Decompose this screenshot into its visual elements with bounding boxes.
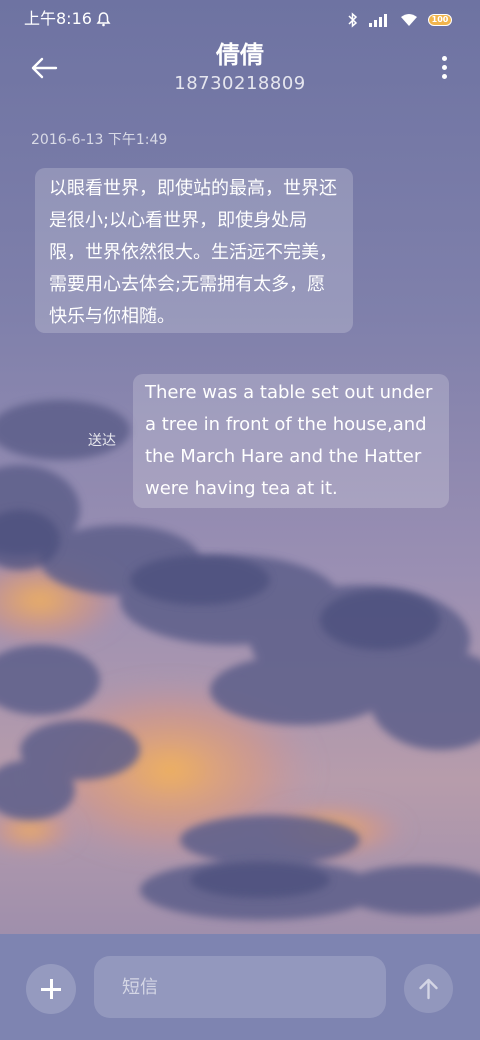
alarm-bell-icon [96,12,111,27]
message-timestamp: 2016-6-13 下午1:49 [31,132,168,148]
send-button[interactable] [404,964,453,1013]
outgoing-message-text: There was a table set out under a tree i… [145,382,433,499]
delivery-status: 送达 [88,433,116,449]
incoming-message-bubble[interactable]: 以眼看世界，即使站的最高，世界还是很小;以心看世界，即使身处局限，世界依然很大。… [35,168,353,333]
chat-background-image [0,0,480,1040]
incoming-message-text: 以眼看世界，即使站的最高，世界还是很小;以心看世界，即使身处局限，世界依然很大。… [49,178,337,327]
outgoing-message-bubble[interactable]: There was a table set out under a tree i… [133,374,449,508]
battery-icon: 100 [428,14,452,26]
status-icons: 100 [348,10,452,30]
add-attachment-button[interactable] [26,964,76,1014]
signal-icon [369,14,387,27]
wifi-icon [401,14,417,26]
status-time: 上午8:16 [24,9,92,28]
message-input[interactable] [94,956,386,1018]
bluetooth-icon [348,12,358,28]
more-vertical-icon [438,56,450,79]
send-arrow-icon [419,978,438,1000]
status-bar: 上午8:16 100 [0,0,480,40]
contact-phone-number: 18730218809 [174,73,306,94]
message-composer [0,934,480,1040]
conversation-header: 倩倩 18730218809 [0,40,480,104]
more-options-button[interactable] [438,56,450,82]
contact-name: 倩倩 [216,41,264,69]
